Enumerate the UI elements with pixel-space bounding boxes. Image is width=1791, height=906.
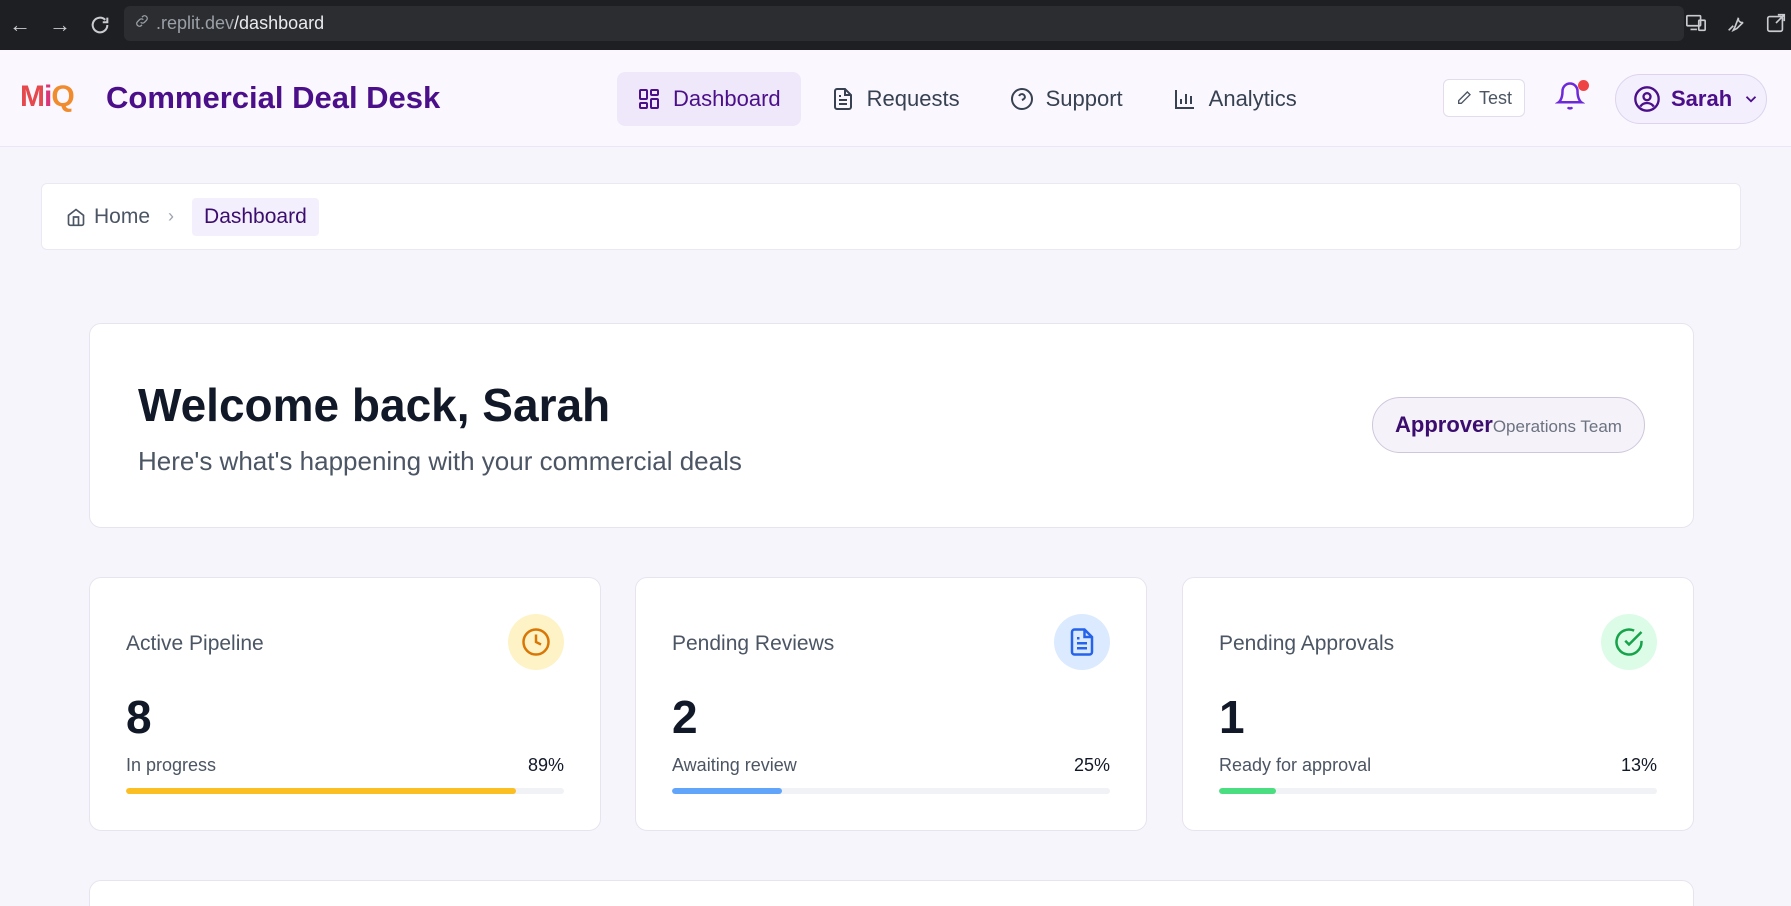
nav-label: Dashboard — [673, 86, 781, 111]
reload-icon[interactable] — [80, 0, 120, 50]
stat-sublabel: In progress — [126, 755, 217, 775]
devices-icon[interactable] — [1685, 12, 1707, 39]
stat-value: 1 — [1219, 691, 1245, 743]
stat-sublabel: Ready for approval — [1219, 755, 1372, 775]
document-icon — [833, 88, 852, 110]
breadcrumb-current: Dashboard — [192, 197, 319, 236]
role-label: Approver — [1395, 412, 1493, 437]
breadcrumb-home[interactable]: Home — [66, 205, 150, 229]
pencil-icon — [1457, 91, 1471, 104]
open-external-icon[interactable] — [1765, 12, 1787, 39]
stat-label: Pending Approvals — [1219, 632, 1395, 655]
progress-fill — [126, 788, 516, 794]
user-name: Sarah — [1671, 86, 1733, 111]
breadcrumb-home-label: Home — [94, 204, 151, 228]
stat-card-pending-approvals[interactable]: Pending Approvals 1 Ready for approval 1… — [1182, 577, 1694, 831]
nav-item-dashboard[interactable]: Dashboard — [617, 72, 801, 126]
stat-icon — [1054, 614, 1110, 670]
progress-track — [672, 788, 1110, 794]
help-circle-icon — [1010, 88, 1033, 110]
welcome-heading: Welcome back, Sarah — [138, 379, 611, 431]
stat-icon — [1601, 614, 1657, 670]
browser-toolbar: ← → .replit.dev/dashboard — [0, 0, 1791, 50]
miq-logo[interactable]: MiQ — [20, 80, 75, 114]
welcome-card: Welcome back, Sarah Here's what's happen… — [89, 323, 1694, 528]
user-circle-icon — [1634, 86, 1660, 112]
content-card — [89, 880, 1694, 906]
forward-icon[interactable]: → — [40, 0, 80, 50]
stat-icon — [508, 614, 564, 670]
stat-label: Pending Reviews — [672, 632, 835, 655]
stat-card-pending-reviews[interactable]: Pending Reviews 2 Awaiting review 25% — [635, 577, 1147, 831]
notification-dot — [1578, 80, 1589, 91]
nav-label: Requests — [866, 86, 960, 111]
progress-fill — [672, 788, 782, 794]
stat-value: 2 — [672, 691, 698, 743]
stat-sublabel: Awaiting review — [672, 755, 797, 775]
progress-fill — [1219, 788, 1276, 794]
nav-label: Analytics — [1208, 86, 1297, 111]
test-button[interactable]: Test — [1443, 79, 1525, 117]
dashboard-grid-icon — [639, 89, 659, 109]
chevron-right-icon: › — [168, 206, 175, 226]
wrench-icon[interactable] — [1725, 12, 1747, 39]
app-title[interactable]: Commercial Deal Desk — [106, 80, 440, 116]
app-header: MiQ Commercial Deal Desk Dashboard Reque… — [0, 50, 1791, 147]
stat-percent: 13% — [1620, 755, 1657, 775]
welcome-subheading: Here's what's happening with your commer… — [138, 446, 742, 476]
chevron-down-icon — [1746, 96, 1757, 103]
team-label: Operations Team — [1492, 417, 1622, 436]
notifications-button[interactable] — [1554, 80, 1589, 116]
nav-item-analytics[interactable]: Analytics — [1153, 72, 1317, 126]
document-icon — [1070, 628, 1094, 656]
bar-chart-icon — [1174, 90, 1194, 109]
main-nav: Dashboard Requests Support Analytics — [617, 72, 1317, 126]
address-bar[interactable]: .replit.dev/dashboard — [124, 6, 1684, 41]
back-icon[interactable]: ← — [0, 0, 40, 50]
nav-item-requests[interactable]: Requests — [811, 72, 980, 126]
stat-percent: 89% — [527, 755, 564, 775]
stat-card-active-pipeline[interactable]: Active Pipeline 8 In progress 89% — [89, 577, 601, 831]
stat-percent: 25% — [1073, 755, 1110, 775]
nav-item-support[interactable]: Support — [990, 72, 1143, 126]
stat-value: 8 — [126, 691, 152, 743]
progress-track — [1219, 788, 1657, 794]
progress-track — [126, 788, 564, 794]
check-circle-icon — [1615, 628, 1643, 656]
link-icon — [134, 13, 150, 34]
user-menu-button[interactable]: Sarah — [1615, 74, 1767, 124]
test-label: Test — [1478, 87, 1512, 108]
stat-label: Active Pipeline — [126, 632, 264, 655]
home-icon — [67, 207, 85, 226]
clock-icon — [522, 628, 550, 656]
role-badge: Approver Operations Team — [1372, 397, 1645, 453]
url-host: .replit.dev — [156, 13, 235, 33]
url-path: /dashboard — [234, 13, 325, 33]
nav-label: Support — [1045, 86, 1123, 111]
breadcrumb: Home › Dashboard — [41, 183, 1741, 250]
